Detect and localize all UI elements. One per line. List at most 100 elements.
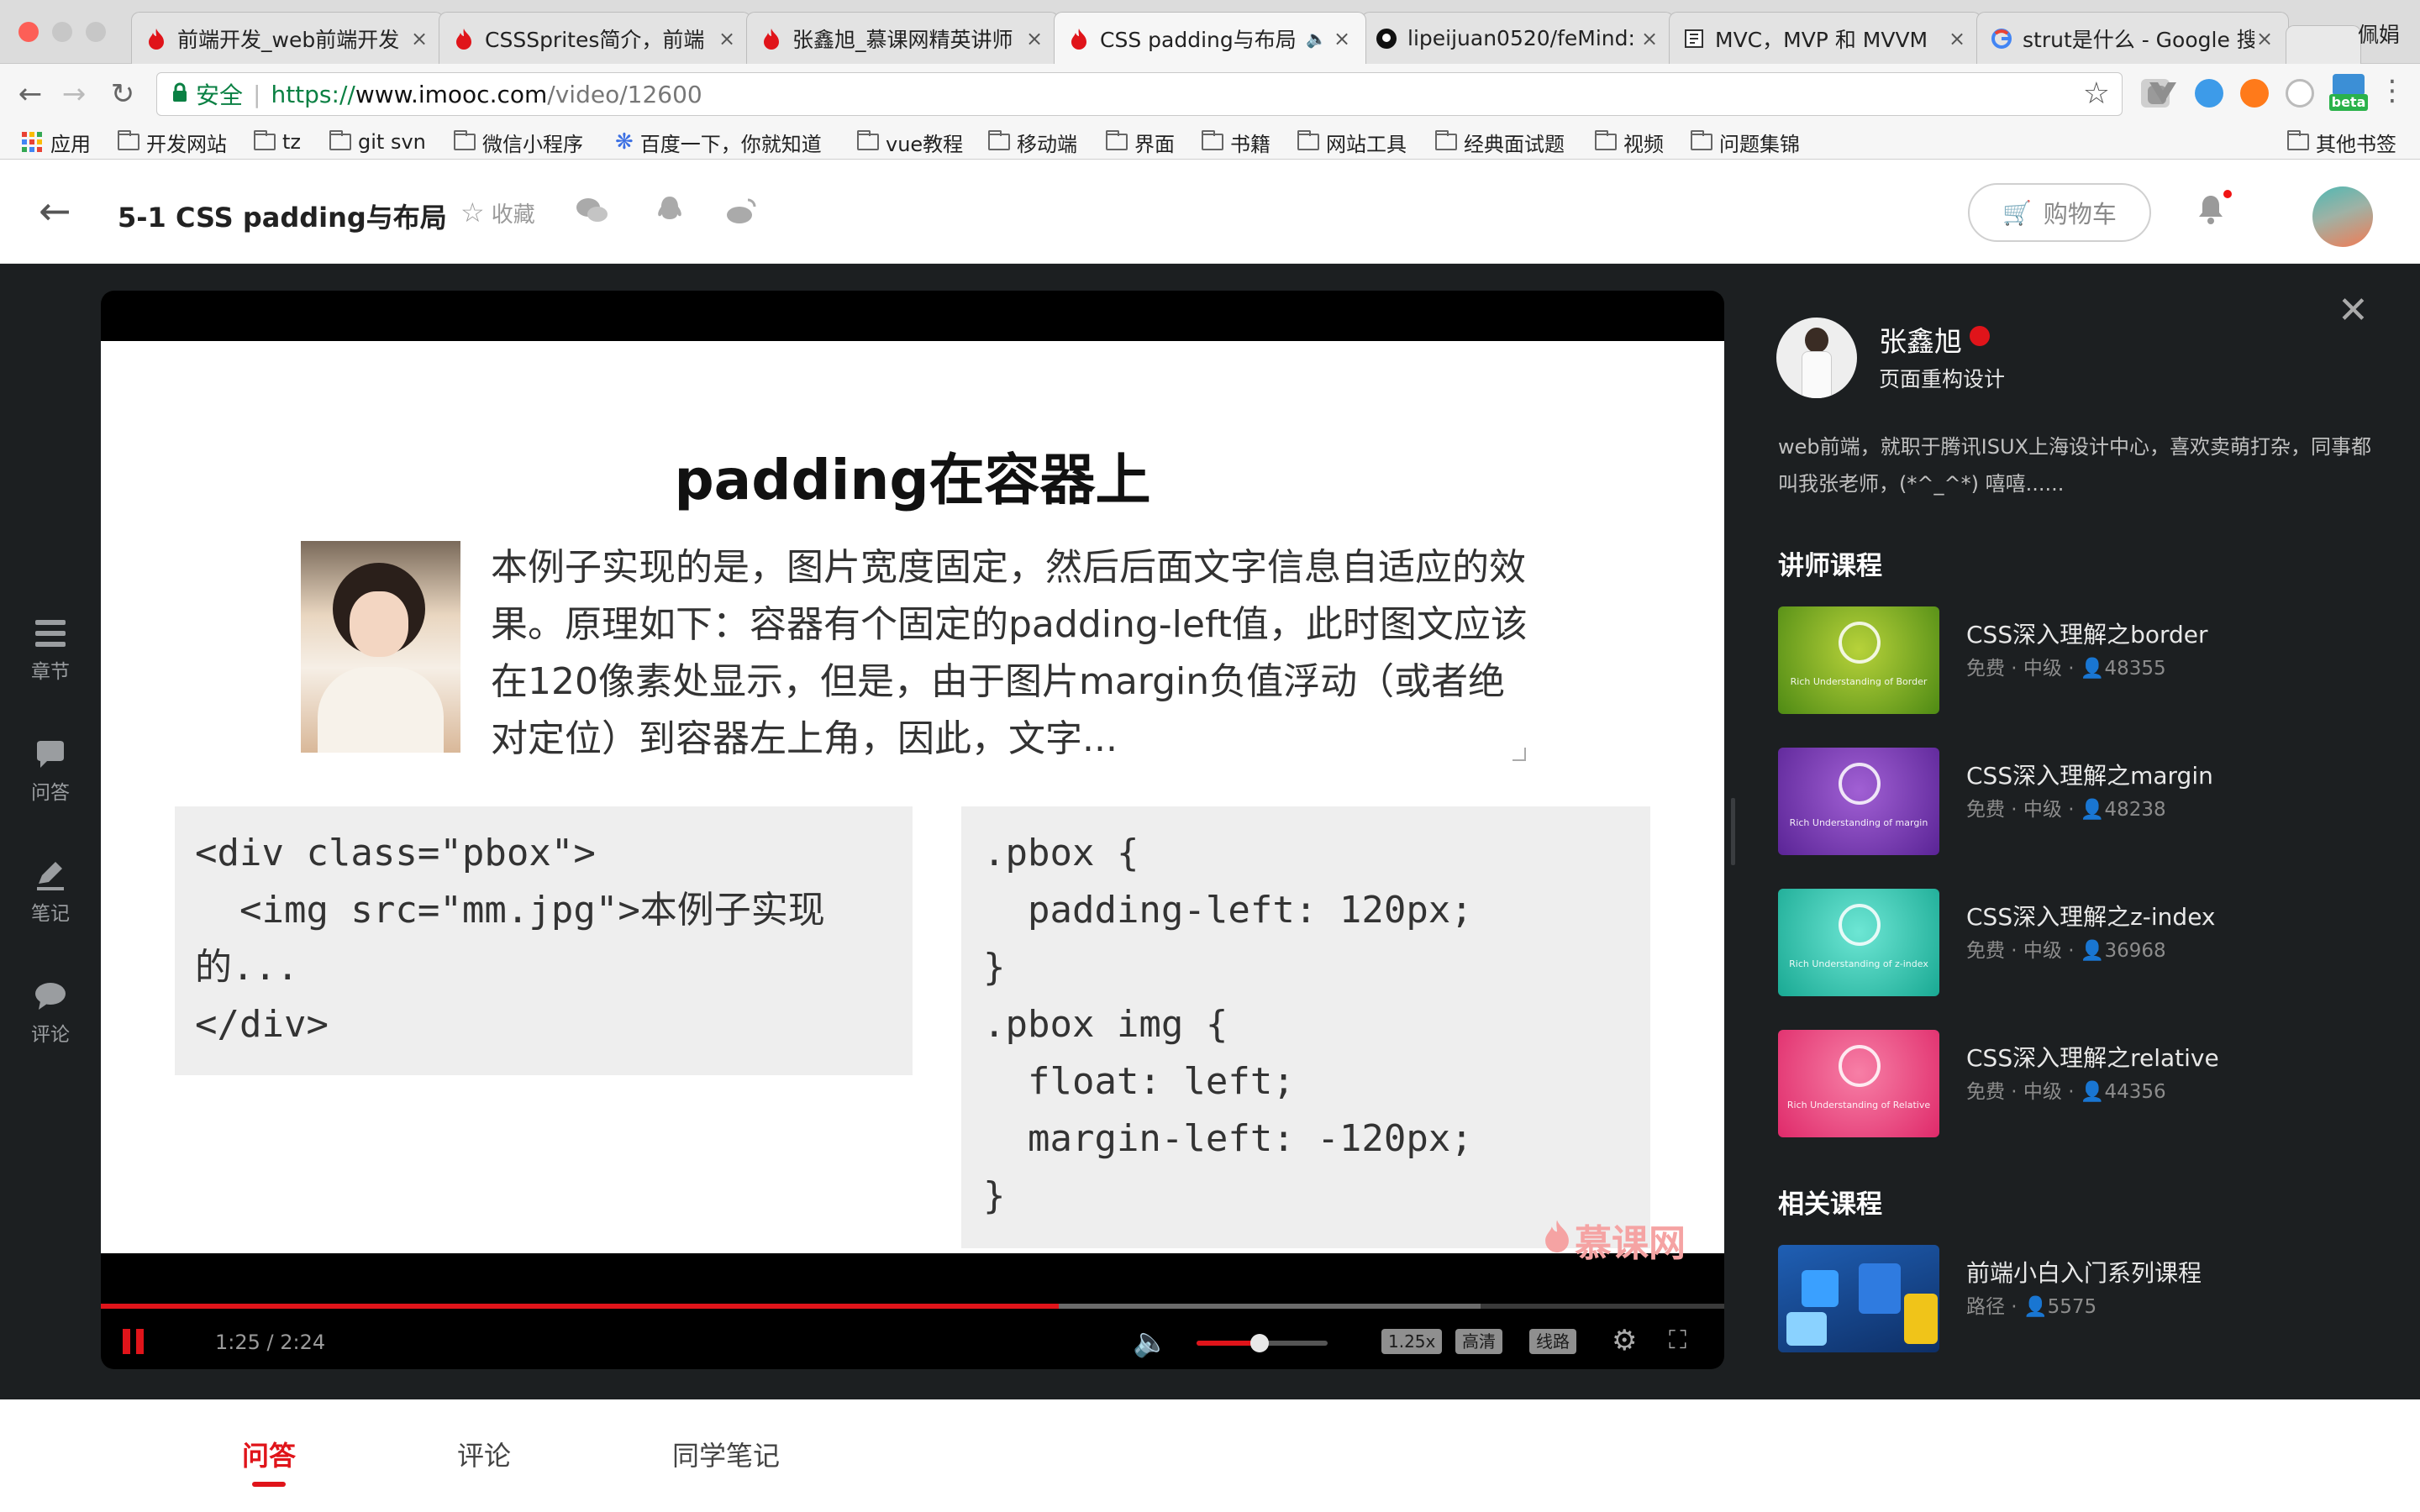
star-icon: ☆ (460, 197, 485, 228)
url-host: www.imooc.com (355, 80, 548, 108)
teacher-avatar[interactable] (1776, 318, 1857, 398)
weibo-share-icon[interactable] (724, 193, 760, 228)
browser-tab-active[interactable]: CSS padding与布局 🔈 × (1054, 12, 1366, 64)
bookmark-folder[interactable]: 开发网站 (118, 128, 227, 156)
back-arrow-icon[interactable]: ← (39, 188, 71, 234)
close-icon[interactable]: × (1947, 27, 1967, 50)
bookmark-label: 其他书签 (2316, 132, 2396, 156)
new-tab-button[interactable] (2286, 25, 2361, 64)
teacher-bio: web前端，就职于腾讯ISUX上海设计中心，喜欢卖萌打杂，同事都叫我张老师，(*… (1778, 435, 2371, 496)
bookmark-folder[interactable]: vue教程 (857, 128, 963, 156)
course-title: 前端小白入门系列课程 (1966, 1259, 2202, 1287)
wechat-share-icon[interactable] (575, 193, 610, 228)
extension-icon[interactable] (2195, 79, 2223, 108)
browser-tab[interactable]: 张鑫旭_慕课网精英讲师 × (746, 12, 1059, 64)
gear-icon[interactable]: ⚙ (1612, 1324, 1637, 1357)
sidenav-notes[interactable]: 笔记 (0, 860, 101, 926)
fullscreen-icon[interactable]: ⛶ (1669, 1326, 1686, 1355)
bookmark-folder[interactable]: 问题集锦 (1691, 128, 1800, 156)
reload-icon[interactable]: ↻ (104, 76, 141, 113)
browser-tab[interactable]: MVC，MVP 和 MVVM × (1669, 12, 1981, 64)
folder-icon (1106, 130, 1128, 150)
browser-menu-icon[interactable]: ⋮ (2378, 74, 2407, 108)
browser-tab[interactable]: lipeijuan0520/feMind: × (1361, 12, 1674, 64)
volume-knob[interactable] (1250, 1334, 1269, 1352)
related-course-card[interactable]: 前端小白入门系列课程 路径 · 👤5575 (1778, 1245, 2383, 1352)
progress-bar[interactable] (101, 1304, 1724, 1309)
section-heading: 讲师课程 (1778, 551, 1882, 581)
back-arrow-icon[interactable]: ← (12, 76, 49, 113)
extension-icon[interactable] (2240, 79, 2269, 108)
imooc-flame-icon (453, 28, 475, 50)
learners-icon: 👤 (2080, 799, 2105, 821)
teacher-course-card[interactable]: Rich Understanding of z-index CSS深入理解之z-i… (1778, 889, 2383, 996)
speed-button[interactable]: 1.25x (1381, 1329, 1443, 1354)
extension-icon[interactable]: beta (2329, 74, 2368, 113)
comment-bubble-icon (34, 981, 67, 1013)
close-icon[interactable]: × (409, 27, 429, 50)
close-icon[interactable]: × (717, 27, 737, 50)
browser-tab[interactable]: strut是什么 - Google 搜 × (1976, 12, 2289, 64)
learners-icon: 👤 (2080, 1081, 2105, 1103)
bookmark-folder[interactable]: 微信小程序 (454, 128, 583, 156)
sidenav-chapters[interactable]: 章节 (0, 618, 101, 684)
address-bar[interactable]: 安全 | https://www.imooc.com/video/12600 ☆ (156, 72, 2123, 116)
close-icon[interactable]: × (1639, 27, 1660, 50)
vue-devtools-icon[interactable] (2146, 76, 2180, 109)
cart-button[interactable]: 🛒 购物车 (1968, 183, 2151, 242)
bookmark-star-icon[interactable]: ☆ (2083, 76, 2110, 111)
bookmark-folder[interactable]: 书籍 (1202, 128, 1270, 156)
audio-playing-icon[interactable]: 🔈 (1306, 29, 1327, 49)
sidenav-comments[interactable]: 评论 (0, 981, 101, 1047)
close-icon[interactable]: × (1024, 27, 1044, 50)
avatar[interactable] (2312, 186, 2373, 247)
bell-icon[interactable] (2196, 193, 2225, 233)
tab-qa[interactable]: 问答 (242, 1435, 296, 1473)
bookmark-folder[interactable]: 界面 (1106, 128, 1175, 156)
bookmark-folder[interactable]: git svn (329, 128, 426, 156)
window-zoom-button[interactable] (86, 22, 106, 42)
wreath-icon (1839, 622, 1881, 664)
browser-tab[interactable]: 前端开发_web前端开发 × (131, 12, 444, 64)
bookmark-folder[interactable]: 视频 (1595, 128, 1664, 156)
close-icon[interactable]: × (2254, 27, 2275, 50)
bookmark-baidu[interactable]: ❋ 百度一下，你就知道 (615, 128, 822, 156)
bottom-tab-bar: 问答 评论 同学笔记 (0, 1399, 2420, 1512)
teacher-course-card[interactable]: Rich Understanding of Border CSS深入理解之bord… (1778, 606, 2383, 714)
qq-share-icon[interactable] (652, 193, 687, 228)
favorite-button[interactable]: ☆ 收藏 (460, 197, 535, 228)
volume-icon[interactable]: 🔈 (1133, 1326, 1168, 1359)
teacher-name[interactable]: 张鑫旭 (1879, 319, 1962, 360)
bookmark-other[interactable]: 其他书签 (2287, 128, 2396, 156)
teacher-course-card[interactable]: Rich Understanding of Relative CSS深入理解之re… (1778, 1030, 2383, 1137)
bookmark-folder[interactable]: 移动端 (988, 128, 1077, 156)
window-minimize-button[interactable] (52, 22, 72, 42)
course-meta: 免费 · 中级 · 👤48355 (1966, 652, 2166, 680)
bookmark-label: 问题集锦 (1719, 132, 1800, 156)
learner-count: 5575 (2047, 1296, 2097, 1318)
profile-name[interactable]: 佩娟 (2358, 18, 2400, 49)
close-icon[interactable]: × (1332, 27, 1352, 50)
bookmark-folder[interactable]: 网站工具 (1297, 128, 1407, 156)
extension-icon[interactable] (2286, 79, 2314, 108)
pause-icon[interactable] (123, 1329, 145, 1354)
close-icon[interactable]: ✕ (2338, 289, 2369, 332)
bookmark-label: 应用 (50, 132, 91, 156)
bookmark-folder[interactable]: 经典面试题 (1435, 128, 1565, 156)
tab-comments[interactable]: 评论 (457, 1435, 511, 1473)
quality-button[interactable]: 高清 (1455, 1329, 1502, 1354)
panel-resize-handle[interactable] (1731, 798, 1735, 865)
window-close-button[interactable] (18, 22, 39, 42)
video-player[interactable]: padding在容器上 本例子实现的是，图片宽度固定，然后后面文字信息自适应的效… (101, 291, 1724, 1369)
time-display: 1:25 / 2:24 (215, 1331, 326, 1354)
browser-tab[interactable]: CSSSprites简介，前端 × (439, 12, 751, 64)
bookmark-folder[interactable]: tz (254, 128, 301, 156)
tab-classmate-notes[interactable]: 同学笔记 (672, 1435, 780, 1473)
teacher-course-card[interactable]: Rich Understanding of margin CSS深入理解之marg… (1778, 748, 2383, 855)
imooc-watermark: 慕课网 (1543, 1213, 1686, 1267)
forward-arrow-icon[interactable]: → (55, 76, 92, 113)
sidenav-qa[interactable]: 问答 (0, 739, 101, 805)
volume-slider[interactable] (1197, 1334, 1328, 1352)
bookmark-apps[interactable]: 应用 (22, 128, 91, 156)
route-button[interactable]: 线路 (1529, 1329, 1576, 1354)
